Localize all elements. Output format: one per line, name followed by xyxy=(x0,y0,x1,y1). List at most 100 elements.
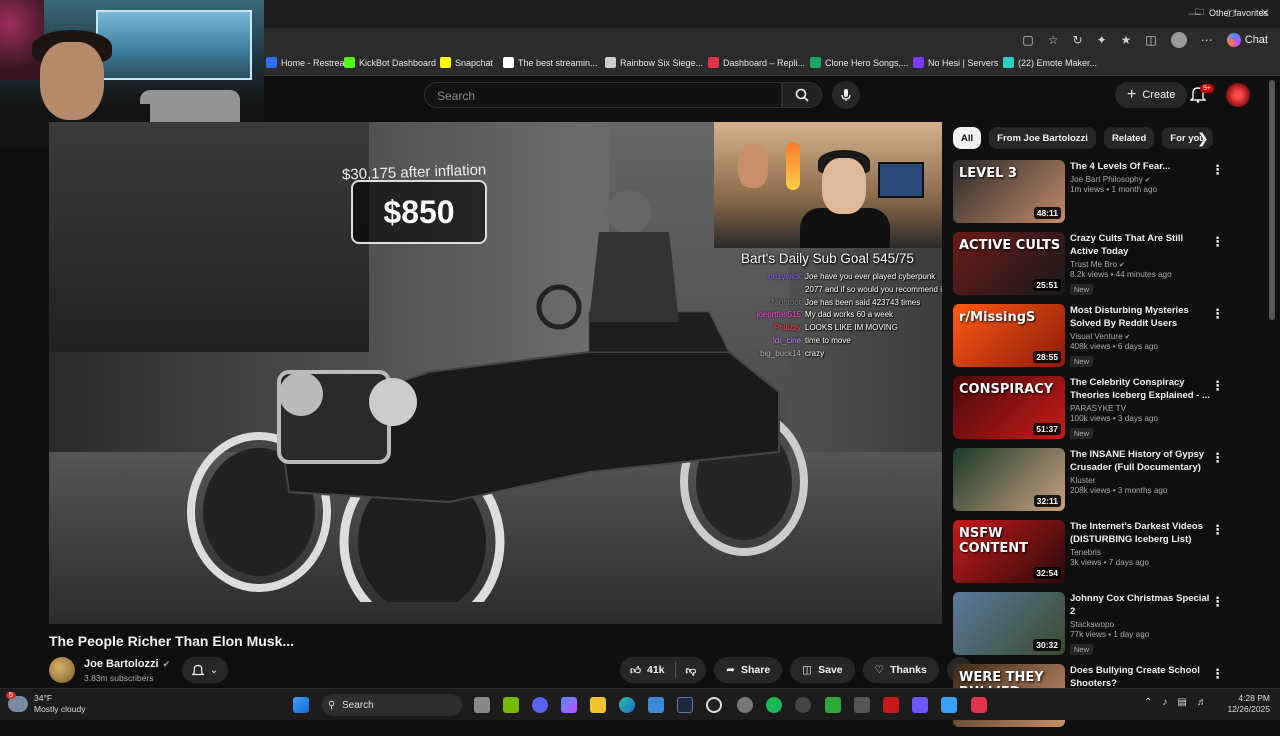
recommendation-title[interactable]: Most Disturbing Mysteries Solved By Redd… xyxy=(1070,304,1210,330)
recommendation-thumbnail[interactable]: r/MissingS 28:55 xyxy=(953,304,1065,367)
kebab-menu-icon[interactable]: ⋮ xyxy=(1211,306,1224,322)
kebab-menu-icon[interactable]: ⋮ xyxy=(1211,594,1224,610)
recommendation-channel[interactable]: Kluster xyxy=(1070,476,1210,485)
recommendation-channel[interactable]: Tenebris xyxy=(1070,548,1210,557)
profile-avatar[interactable] xyxy=(1170,32,1187,48)
copilot-chat-button[interactable]: Chat xyxy=(1226,33,1268,47)
url-field[interactable] xyxy=(266,30,1068,50)
other-favorites[interactable]: 🗀 Other favorites xyxy=(1195,5,1268,21)
channel-name[interactable]: Joe Bartolozzi ✔ xyxy=(84,658,170,670)
bookmark-item[interactable]: Snapchat xyxy=(440,57,493,68)
more-icon[interactable]: ⋯ xyxy=(1201,33,1213,47)
bookmark-item[interactable]: The best streamin... xyxy=(503,57,598,68)
recommendation-item[interactable]: ACTIVE CULTS 25:51 Crazy Cults That Are St… xyxy=(953,232,1233,300)
recommendation-channel[interactable]: Visual Venture ✔ xyxy=(1070,332,1210,341)
recommendation-item[interactable]: 32:11 The INSANE History of Gypsy Crusade… xyxy=(953,448,1233,516)
bookmark-item[interactable]: Home - Restream xyxy=(266,57,352,68)
recommendation-thumbnail[interactable]: LEVEL 3 48:11 xyxy=(953,160,1065,223)
app-icon-w[interactable] xyxy=(883,697,899,713)
recommendation-channel[interactable]: Joe Bart Philosophy ✔ xyxy=(1070,175,1210,184)
recommendation-item[interactable]: 30:32 Johnny Cox Christmas Special 2 Stack… xyxy=(953,592,1233,660)
recommendation-thumbnail[interactable]: NSFW CONTENT 32:54 xyxy=(953,520,1065,583)
star-icon[interactable]: ☆ xyxy=(1048,33,1059,47)
recommendation-item[interactable]: NSFW CONTENT 32:54 The Internet's Darkest … xyxy=(953,520,1233,588)
dislike-button[interactable]: 👎︎ xyxy=(676,664,707,677)
obs-icon[interactable] xyxy=(706,697,722,713)
voice-search-button[interactable] xyxy=(832,81,860,109)
start-windows-icon[interactable] xyxy=(293,697,309,713)
edge-icon[interactable] xyxy=(619,697,635,713)
discord-icon[interactable] xyxy=(532,697,548,713)
network-icon[interactable]: ▤ xyxy=(1177,697,1186,708)
recommendation-item[interactable]: LEVEL 3 48:11 The 4 Levels Of Fear... Joe B… xyxy=(953,160,1233,228)
copilot-taskbar-icon[interactable] xyxy=(561,697,577,713)
chevron-up-icon[interactable]: ⌃ xyxy=(1144,697,1152,708)
recommendation-item[interactable]: r/MissingS 28:55 Most Disturbing Mysteries… xyxy=(953,304,1233,372)
create-button[interactable]: + Create xyxy=(1115,82,1188,108)
favorites-icon[interactable]: ★ xyxy=(1121,33,1132,47)
chip-from-joe-bartolozzi[interactable]: From Joe Bartolozzi xyxy=(989,127,1096,149)
thanks-button[interactable]: ♡ Thanks xyxy=(862,657,939,683)
page-scrollbar[interactable] xyxy=(1269,80,1275,320)
search-input[interactable]: Search xyxy=(424,82,782,108)
recommendation-title[interactable]: The Celebrity Conspiracy Theories Iceber… xyxy=(1070,376,1210,402)
chevron-right-icon[interactable]: ❯ xyxy=(1197,130,1209,147)
nvidia-icon[interactable] xyxy=(503,697,519,713)
recommendation-title[interactable]: The INSANE History of Gypsy Crusader (Fu… xyxy=(1070,448,1210,474)
store-icon[interactable] xyxy=(648,697,664,713)
kebab-menu-icon[interactable]: ⋮ xyxy=(1211,666,1224,682)
recommendation-title[interactable]: Crazy Cults That Are Still Active Today xyxy=(1070,232,1210,258)
volume-icon[interactable]: ♬ xyxy=(1197,697,1207,708)
kebab-menu-icon[interactable]: ⋮ xyxy=(1211,522,1224,538)
recommendation-thumbnail[interactable]: 30:32 xyxy=(953,592,1065,655)
app-available-icon[interactable]: ▢ xyxy=(1022,33,1033,47)
video-player[interactable]: $30,175 after inflation $850 Bart's Dail… xyxy=(49,122,942,624)
kebab-menu-icon[interactable]: ⋮ xyxy=(1211,378,1224,394)
subscription-bell-button[interactable]: ⌄ xyxy=(182,657,228,683)
recommendation-channel[interactable]: Stackswopo xyxy=(1070,620,1210,629)
recommendation-thumbnail[interactable]: CONSPIRACY 51:37 xyxy=(953,376,1065,439)
kebab-menu-icon[interactable]: ⋮ xyxy=(1211,162,1224,178)
like-button[interactable]: 👍︎ 41k xyxy=(620,664,675,677)
refresh-icon[interactable]: ↻ xyxy=(1073,33,1083,47)
recommendation-thumbnail[interactable]: 32:11 xyxy=(953,448,1065,511)
recommendation-thumbnail[interactable]: ACTIVE CULTS 25:51 xyxy=(953,232,1065,295)
bookmark-item[interactable]: (22) Emote Maker... xyxy=(1003,57,1097,68)
recommendation-title[interactable]: The 4 Levels Of Fear... xyxy=(1070,160,1210,173)
extensions-icon[interactable]: ✦ xyxy=(1097,33,1107,47)
4k-app-icon[interactable] xyxy=(795,697,811,713)
recommendation-title[interactable]: Johnny Cox Christmas Special 2 xyxy=(1070,592,1210,618)
recommendation-channel[interactable]: PARASYKE TV xyxy=(1070,404,1210,413)
bookmark-item[interactable]: KickBot Dashboard xyxy=(344,57,436,68)
calculator-icon[interactable] xyxy=(854,697,870,713)
channel-avatar[interactable] xyxy=(49,657,75,683)
collections-icon[interactable]: ◫ xyxy=(1145,33,1156,47)
bookmark-item[interactable]: Clone Hero Songs,... xyxy=(810,57,909,68)
bookmark-item[interactable]: Rainbow Six Siege... xyxy=(605,57,703,68)
kebab-menu-icon[interactable]: ⋮ xyxy=(1211,450,1224,466)
bookmark-item[interactable]: No Hesi | Servers xyxy=(913,57,998,68)
recommendation-channel[interactable]: Trust Me Bro ✔ xyxy=(1070,260,1210,269)
chip-all[interactable]: All xyxy=(953,127,982,149)
kebab-menu-icon[interactable]: ⋮ xyxy=(1211,234,1224,250)
recorder-icon[interactable] xyxy=(971,697,987,713)
b-app-icon[interactable] xyxy=(825,697,841,713)
file-explorer-icon[interactable] xyxy=(590,697,606,713)
task-view-icon[interactable] xyxy=(474,697,490,713)
clock[interactable]: 4:28 PM 12/26/2025 xyxy=(1227,693,1270,715)
spotify-icon[interactable] xyxy=(766,697,782,713)
share-button[interactable]: ➦ Share xyxy=(714,657,783,683)
notepad-icon[interactable] xyxy=(912,697,928,713)
bookmark-item[interactable]: Dashboard – Repli... xyxy=(708,57,805,68)
recommendation-item[interactable]: CONSPIRACY 51:37 The Celebrity Conspiracy … xyxy=(953,376,1233,444)
recommendation-title[interactable]: The Internet's Darkest Videos (DISTURBIN… xyxy=(1070,520,1210,546)
window-app-icon[interactable] xyxy=(941,697,957,713)
recommendation-title[interactable]: Does Bullying Create School Shooters? xyxy=(1070,664,1210,690)
account-avatar[interactable] xyxy=(1226,83,1250,107)
search-button[interactable] xyxy=(782,82,822,108)
microphone-tray-icon[interactable]: ♪ xyxy=(1162,697,1167,708)
steam-icon[interactable] xyxy=(677,697,693,713)
weather-widget[interactable]: 5 34°F Mostly cloudy xyxy=(6,692,86,715)
taskbar-search[interactable]: ⚲ Search xyxy=(322,694,462,716)
save-button[interactable]: ◫ Save xyxy=(790,657,855,683)
